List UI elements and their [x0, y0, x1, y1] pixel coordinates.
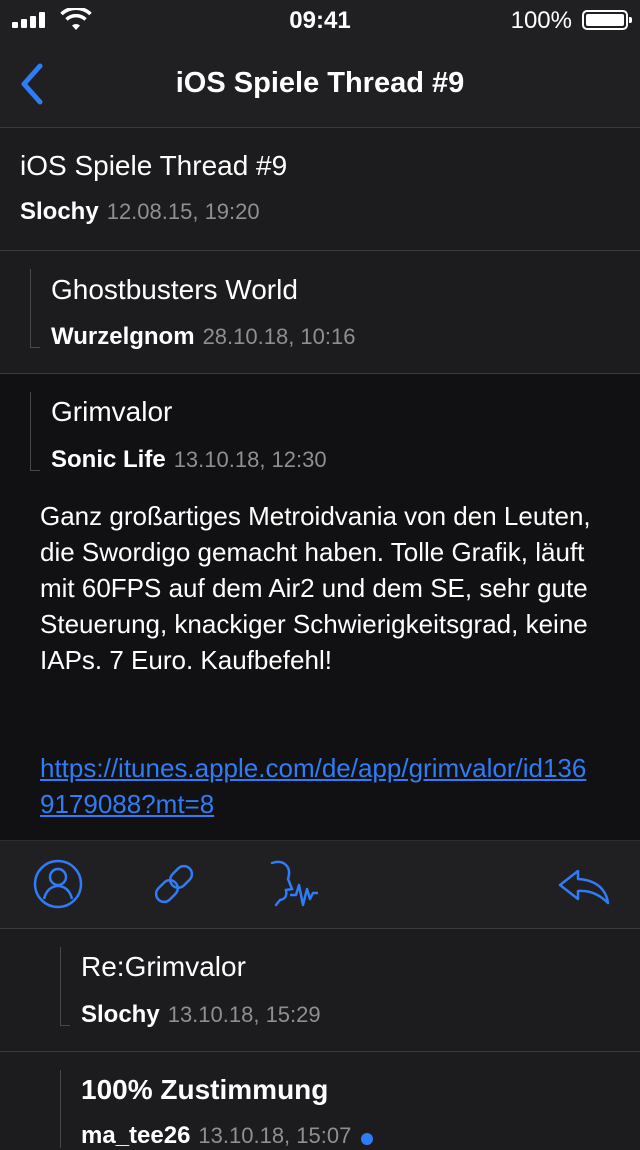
thread-meta: Slochy 12.08.15, 19:20 — [20, 198, 260, 226]
battery-percent: 100% — [510, 7, 572, 34]
post-author[interactable]: Sonic Life — [51, 446, 166, 473]
post-body: Ganz großartiges Metroidvania von den Le… — [40, 501, 591, 675]
post-action-bar — [0, 840, 640, 929]
post-title: Ghostbusters World — [51, 274, 298, 305]
post-item[interactable]: Re:Grimvalor Slochy 13.10.18, 15:29 — [0, 929, 640, 1052]
post-date: 13.10.18, 15:29 — [167, 1002, 321, 1027]
thread-date: 12.08.15, 19:20 — [106, 199, 260, 224]
post-item-selected[interactable]: Grimvalor Sonic Life 13.10.18, 12:30 Ganz… — [0, 374, 640, 840]
post-author[interactable]: Wurzelgnom — [51, 323, 195, 350]
post-meta: Slochy 13.10.18, 15:29 — [81, 1001, 321, 1029]
profile-icon[interactable] — [30, 855, 86, 913]
thread-indent-tick — [30, 470, 40, 471]
speak-icon[interactable] — [266, 855, 322, 913]
post-title: Re:Grimvalor — [81, 951, 246, 982]
navigation-bar: iOS Spiele Thread #9 — [0, 40, 640, 128]
thread-indent-line — [30, 269, 31, 347]
post-item-unread[interactable]: 100% Zustimmung ma_tee26 13.10.18, 15:07 — [0, 1052, 640, 1149]
thread-indent-tick — [60, 1025, 70, 1026]
thread-title: iOS Spiele Thread #9 — [20, 150, 288, 181]
post-item[interactable]: Ghostbusters World Wurzelgnom 28.10.18, 1… — [0, 251, 640, 374]
nav-title: iOS Spiele Thread #9 — [175, 67, 465, 99]
post-title: Grimvalor — [51, 396, 173, 427]
unread-indicator — [361, 1132, 374, 1145]
post-meta: Sonic Life 13.10.18, 12:30 — [51, 446, 327, 474]
battery-icon — [582, 10, 632, 30]
thread-indent-line — [60, 947, 61, 1025]
post-author[interactable]: Slochy — [81, 1001, 160, 1028]
post-date: 13.10.18, 12:30 — [173, 447, 327, 472]
thread-author[interactable]: Slochy — [20, 198, 99, 225]
post-title: 100% Zustimmung — [81, 1074, 329, 1105]
post-meta: Wurzelgnom 28.10.18, 10:16 — [51, 323, 355, 351]
thread-indent-line — [60, 1070, 61, 1148]
thread-header[interactable]: iOS Spiele Thread #9 Slochy 12.08.15, 19:… — [0, 128, 640, 251]
post-meta: ma_tee26 13.10.18, 15:07 — [81, 1122, 374, 1150]
post-link[interactable]: https://itunes.apple.com/de/app/grimvalo… — [40, 750, 600, 822]
post-date: 28.10.18, 10:16 — [202, 324, 356, 349]
status-bar: 09:41 100% — [0, 0, 640, 40]
link-icon[interactable] — [146, 855, 202, 913]
thread-indent-tick — [30, 347, 40, 348]
thread-indent-line — [30, 392, 31, 470]
reply-icon[interactable] — [556, 855, 612, 913]
